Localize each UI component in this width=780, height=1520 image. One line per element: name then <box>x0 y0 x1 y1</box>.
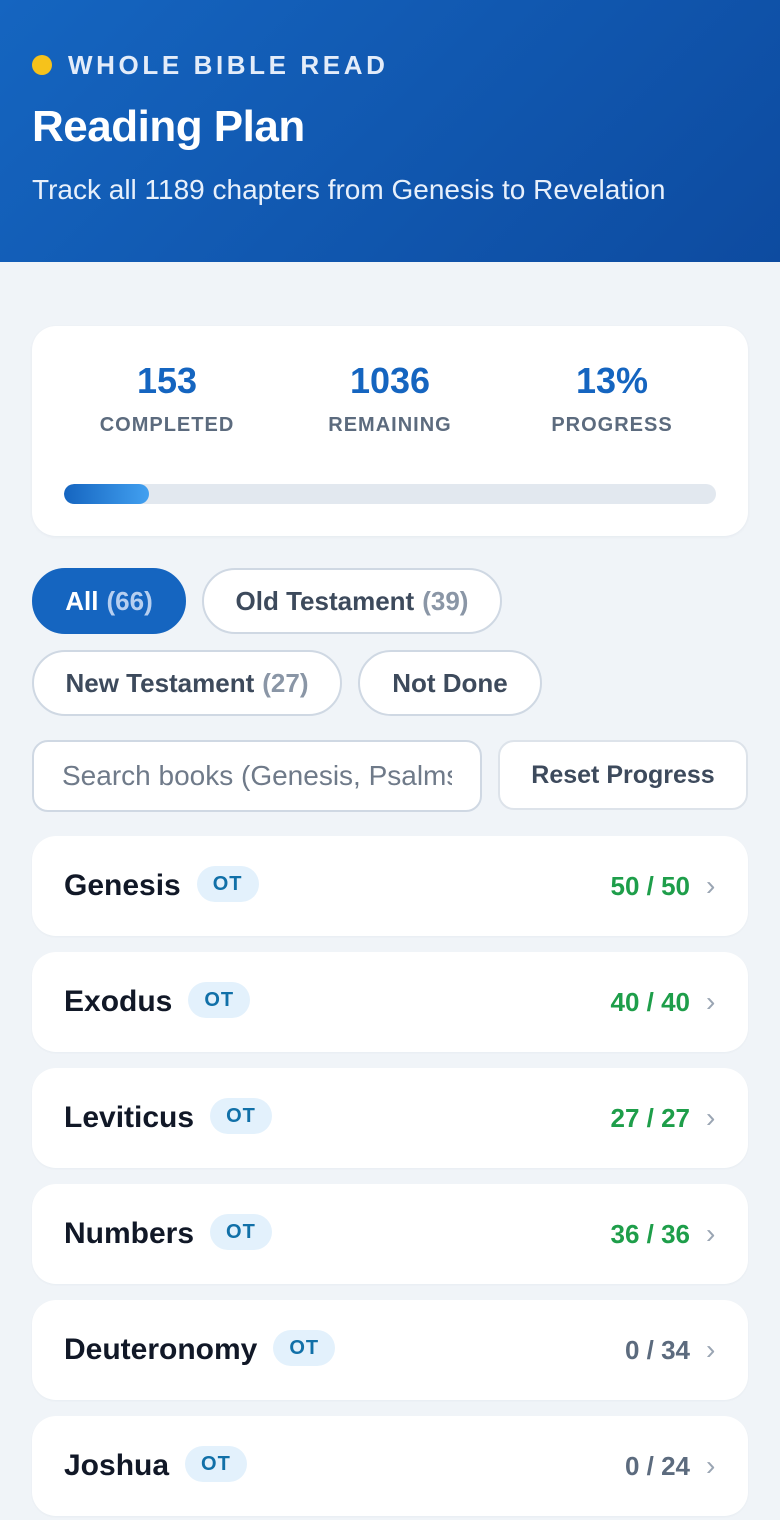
stat-remaining-value: 1036 <box>349 360 431 401</box>
stat-completed-value: 153 <box>136 360 198 401</box>
page-subtitle: Track all 1189 chapters from Genesis to … <box>32 174 666 205</box>
testament-badge: OT <box>196 866 259 902</box>
chapter-count: 0 / 34 <box>624 1334 690 1365</box>
filter-new-testament[interactable]: New Testament (27) <box>32 650 342 716</box>
book-name: Joshua <box>64 1449 170 1482</box>
book-name: Exodus <box>64 985 173 1018</box>
stat-progress-label: PROGRESS <box>551 414 673 436</box>
filter-all-label: All <box>65 585 99 616</box>
filter-not-done-label: Not Done <box>392 667 508 698</box>
status-dot-icon <box>32 55 52 75</box>
filter-old-testament-label: Old Testament <box>235 585 415 616</box>
eyebrow-label: WHOLE BIBLE READ <box>68 49 389 80</box>
chevron-right-icon: › <box>706 1218 716 1249</box>
book-row-numbers[interactable]: Numbers OT 36 / 36 › <box>32 1184 748 1284</box>
book-row-joshua[interactable]: Joshua OT 0 / 24 › <box>32 1416 748 1516</box>
filter-old-testament-count: (39) <box>422 585 469 616</box>
filter-new-testament-count: (27) <box>262 667 309 698</box>
search-input[interactable] <box>32 740 482 812</box>
filter-not-done[interactable]: Not Done <box>358 650 542 716</box>
book-name: Numbers <box>64 1217 195 1250</box>
eyebrow: WHOLE BIBLE READ <box>32 48 748 82</box>
testament-badge: OT <box>185 1446 247 1482</box>
book-row-genesis[interactable]: Genesis OT 50 / 50 › <box>32 836 748 936</box>
book-row-leviticus[interactable]: Leviticus OT 27 / 27 › <box>32 1068 748 1168</box>
chevron-right-icon: › <box>706 870 716 901</box>
chevron-right-icon: › <box>706 986 716 1017</box>
chapter-count: 27 / 27 <box>610 1102 690 1133</box>
chevron-right-icon: › <box>706 1102 716 1133</box>
book-name: Deuteronomy <box>64 1333 258 1366</box>
page-title: Reading Plan <box>32 102 305 151</box>
stats-card: 153 COMPLETED 1036 REMAINING 13% PROGRES… <box>32 326 748 536</box>
chevron-right-icon: › <box>706 1334 716 1365</box>
stat-progress-value: 13% <box>575 360 649 401</box>
progress-bar <box>64 484 716 504</box>
book-row-deuteronomy[interactable]: Deuteronomy OT 0 / 34 › <box>32 1300 748 1400</box>
testament-badge: OT <box>210 1214 272 1250</box>
stat-remaining: 1036 REMAINING <box>290 360 490 437</box>
testament-badge: OT <box>273 1330 336 1366</box>
reset-progress-button[interactable]: Reset Progress <box>498 740 748 810</box>
chapter-count: 0 / 24 <box>624 1450 690 1481</box>
filter-all-count: (66) <box>106 585 153 616</box>
book-name: Genesis <box>64 869 181 902</box>
stat-completed: 153 COMPLETED <box>67 360 267 437</box>
filter-all[interactable]: All (66) <box>32 568 186 634</box>
stat-completed-label: COMPLETED <box>99 414 235 436</box>
progress-bar-fill <box>64 484 149 504</box>
filter-old-testament[interactable]: Old Testament (39) <box>202 568 502 634</box>
stat-remaining-label: REMAINING <box>328 414 452 436</box>
book-row-exodus[interactable]: Exodus OT 40 / 40 › <box>32 952 748 1052</box>
chapter-count: 36 / 36 <box>610 1218 690 1249</box>
testament-badge: OT <box>210 1098 272 1134</box>
filter-new-testament-label: New Testament <box>65 667 255 698</box>
header: WHOLE BIBLE READ Reading Plan Track all … <box>0 0 780 262</box>
chapter-count: 50 / 50 <box>610 870 690 901</box>
book-name: Leviticus <box>64 1101 195 1134</box>
chapter-count: 40 / 40 <box>610 986 690 1017</box>
testament-badge: OT <box>188 982 251 1018</box>
chevron-right-icon: › <box>706 1450 716 1481</box>
stat-progress: 13% PROGRESS <box>512 360 712 437</box>
